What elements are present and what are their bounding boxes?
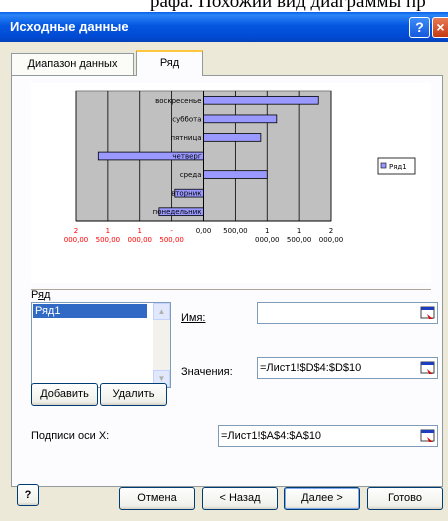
collapse-dialog-icon[interactable] xyxy=(420,428,436,444)
tick-label: 500,00 xyxy=(159,236,184,244)
legend-swatch xyxy=(380,162,387,169)
back-button[interactable]: < Назад xyxy=(202,487,278,510)
tick-label: 2 xyxy=(74,227,78,235)
series-values-field[interactable]: =Лист1!$D$4:$D$10 xyxy=(257,357,438,379)
tick-label: 000,00 xyxy=(319,236,344,244)
series-list-item[interactable]: Ряд1 xyxy=(33,304,147,318)
tick-label: 000,00 xyxy=(128,236,153,244)
x-axis-labels-field[interactable]: =Лист1!$A$4:$A$10 xyxy=(218,425,438,447)
tick-label: 0,00 xyxy=(196,227,212,235)
tick-label: 1 xyxy=(265,227,269,235)
tab-series[interactable]: Ряд xyxy=(136,50,203,76)
remove-series-button[interactable]: Удалить xyxy=(100,383,167,406)
series-label-part: д xyxy=(43,289,51,301)
tick-label: 500,00 xyxy=(96,236,121,244)
tick-label: 000,00 xyxy=(64,236,89,244)
collapse-dialog-icon[interactable] xyxy=(420,305,436,321)
legend-label: Ряд1 xyxy=(389,163,407,171)
background-document-text: рафа. Похожий вид диаграммы пр xyxy=(0,0,448,12)
wizard-help-button[interactable]: ? xyxy=(17,484,39,506)
help-icon: ? xyxy=(24,489,32,501)
tick-label: 1 xyxy=(138,227,142,235)
category-label: понедельник xyxy=(153,208,202,216)
bar xyxy=(203,114,278,124)
tick-label: - xyxy=(170,227,173,235)
bar xyxy=(203,133,262,142)
tab-series-label: Ряд xyxy=(159,57,180,69)
tick-label: 1 xyxy=(297,227,301,235)
x-axis-labels-label: Подписи оси X: xyxy=(31,430,110,442)
next-button[interactable]: Далее > xyxy=(284,487,360,510)
name-label: Имя: xyxy=(181,312,206,324)
series-listbox[interactable]: Ряд1 ▲ ▼ xyxy=(31,302,171,388)
tick-label: 500,00 xyxy=(223,227,248,235)
tick-label: 500,00 xyxy=(287,236,312,244)
series-list-scrollbar[interactable]: ▲ ▼ xyxy=(153,303,170,387)
title-bar: Исходные данные ? × xyxy=(0,12,448,42)
chart-svg: понедельник вторник среда четверг пятница суб… xyxy=(64,90,416,244)
category-label: пятница xyxy=(170,134,201,142)
source-data-dialog: Исходные данные ? × Диапазон данных Ряд … xyxy=(0,12,448,521)
bar xyxy=(203,170,268,179)
tab-data-range[interactable]: Диапазон данных xyxy=(11,53,134,75)
category-label: вторник xyxy=(171,190,201,198)
dialog-title: Исходные данные xyxy=(10,19,129,34)
tick-label: 1 xyxy=(106,227,110,235)
question-icon: ? xyxy=(415,19,424,35)
series-section-label: Ряд xyxy=(31,289,50,301)
help-button[interactable]: ? xyxy=(409,17,430,38)
category-label: воскресенье xyxy=(155,97,201,105)
series-label-part: Р xyxy=(31,289,38,301)
series-name-field[interactable] xyxy=(257,302,438,324)
finish-button[interactable]: Готово xyxy=(367,487,443,510)
chart-preview: понедельник вторник среда четверг пятница суб… xyxy=(31,83,431,283)
add-series-button[interactable]: Добавить xyxy=(31,383,98,406)
close-button[interactable]: × xyxy=(432,17,448,38)
collapse-dialog-icon[interactable] xyxy=(420,360,436,376)
values-label: Значения: xyxy=(181,366,233,378)
series-values-value: =Лист1!$D$4:$D$10 xyxy=(260,362,362,374)
category-label: суббота xyxy=(172,115,201,123)
cancel-button[interactable]: Отмена xyxy=(119,487,195,510)
tick-label: 2 xyxy=(329,227,333,235)
scroll-up-icon[interactable]: ▲ xyxy=(153,303,170,320)
separator-line xyxy=(31,289,431,290)
background-caption: рафа. Похожий вид диаграммы пр xyxy=(150,0,426,12)
tab-data-range-label: Диапазон данных xyxy=(27,58,118,70)
category-label: среда xyxy=(180,171,202,179)
category-label: четверг xyxy=(172,153,201,161)
bar xyxy=(203,95,319,105)
x-axis-labels-value: =Лист1!$A$4:$A$10 xyxy=(221,430,322,442)
close-icon: × xyxy=(436,19,445,35)
tick-label: 000,00 xyxy=(255,236,280,244)
